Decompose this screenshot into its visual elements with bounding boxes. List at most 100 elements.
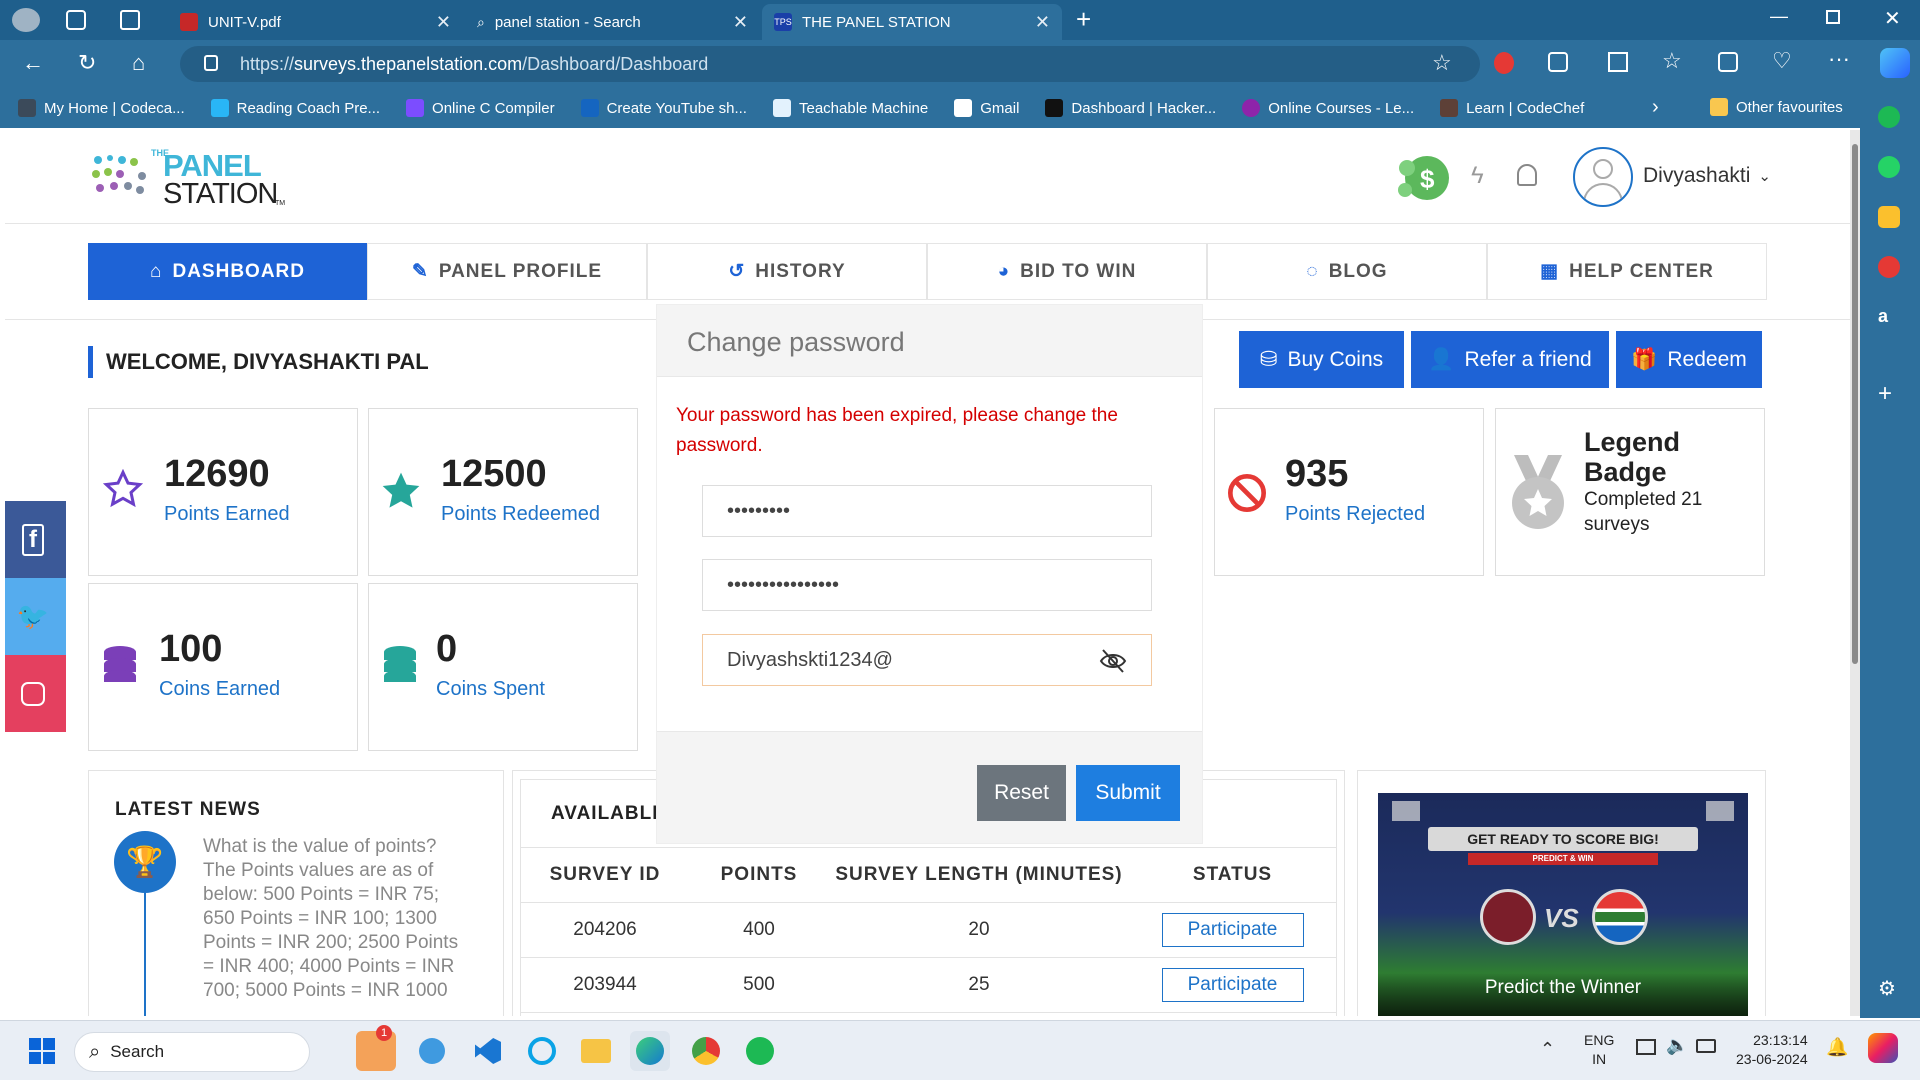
tab-search[interactable]: ⌕ panel station - Search ✕ [465, 4, 760, 40]
nav-panel-profile[interactable]: ✎ PANEL PROFILE [367, 243, 647, 300]
favorites-icon[interactable]: ☆ [1662, 48, 1682, 74]
participate-button[interactable]: Participate [1161, 913, 1304, 947]
instagram-share[interactable] [5, 655, 66, 732]
nav-bid-to-win[interactable]: ◕ BID TO WIN [927, 243, 1207, 300]
volume-icon[interactable]: 🔈 [1666, 1035, 1688, 1056]
back-icon[interactable]: ← [22, 50, 44, 76]
extension-adblock-icon[interactable] [1494, 52, 1514, 74]
promo-headline: GET READY TO SCORE BIG! [1428, 827, 1698, 851]
user-menu[interactable]: Divyashakti ⌄ [1643, 164, 1771, 188]
spotify-icon[interactable] [740, 1031, 780, 1071]
bid-icon: ◕ [997, 260, 1011, 282]
split-screen-icon[interactable] [1608, 52, 1628, 72]
workspaces-icon[interactable] [66, 10, 86, 30]
chrome-icon[interactable] [686, 1031, 726, 1071]
youtube-icon[interactable] [1878, 256, 1900, 278]
chevron-right-icon[interactable]: › [1652, 96, 1659, 119]
fav-label: Reading Coach Pre... [236, 99, 381, 117]
close-icon[interactable]: ✕ [733, 12, 748, 33]
fav-item[interactable]: Dashboard | Hacker... [1045, 99, 1216, 117]
spotify-icon[interactable] [1878, 106, 1900, 128]
coins-icon[interactable]: $ [1393, 148, 1455, 206]
reset-button[interactable]: Reset [977, 765, 1066, 821]
facebook-share[interactable]: f [5, 501, 66, 578]
avatar[interactable] [1573, 147, 1633, 207]
other-favourites[interactable]: Other favourites [1710, 98, 1843, 116]
page-scrollbar[interactable] [1850, 130, 1860, 1016]
fav-item[interactable]: Reading Coach Pre... [210, 99, 381, 117]
close-icon[interactable]: ✕ [1035, 12, 1050, 33]
lightning-icon[interactable]: ϟ [1471, 162, 1484, 190]
settings-icon[interactable]: ⚙ [1878, 976, 1896, 1001]
confirm-password-field[interactable]: Divyashskti1234@ [702, 634, 1152, 686]
web-page: THE PANEL STATION TM $ ϟ Divyashakti ⌄ ⌂… [5, 130, 1850, 1016]
restore-icon[interactable] [1826, 10, 1840, 24]
address-toolbar: ← ↻ ⌂ https://surveys.thepanelstation.co… [0, 40, 1920, 88]
tools-icon[interactable] [1878, 206, 1900, 228]
fav-item[interactable]: Create YouTube sh... [580, 99, 747, 117]
codecademy-icon [18, 99, 36, 117]
nav-blog[interactable]: ◌ BLOG [1207, 243, 1487, 300]
refresh-icon[interactable]: ↻ [78, 50, 96, 76]
logo-tm: TM [275, 200, 286, 207]
notification-bell-icon[interactable]: 🔔 [1826, 1037, 1848, 1058]
tab-unit-v[interactable]: UNIT-V.pdf ✕ [168, 4, 463, 40]
extensions-icon[interactable] [1548, 52, 1568, 72]
fav-item[interactable]: Learn | CodeChef [1440, 99, 1584, 117]
more-options-icon[interactable]: ··· [1828, 46, 1850, 72]
cortana-icon[interactable] [522, 1031, 562, 1071]
promo-banner[interactable]: GET READY TO SCORE BIG! PREDICT & WIN VS… [1378, 793, 1748, 1016]
submit-button[interactable]: Submit [1076, 765, 1180, 821]
copilot-icon[interactable] [1880, 48, 1910, 78]
scrollbar-thumb[interactable] [1852, 144, 1858, 664]
edge-icon[interactable] [630, 1031, 670, 1071]
display-icon[interactable] [1636, 1039, 1656, 1055]
fav-item[interactable]: My Home | Codeca... [18, 99, 185, 117]
profile-icon[interactable] [12, 8, 40, 32]
facebook-icon: f [22, 523, 44, 556]
health-icon[interactable]: ♡ [1772, 48, 1792, 74]
chevron-up-icon[interactable]: ⌃ [1540, 1039, 1555, 1060]
nav-dashboard[interactable]: ⌂ DASHBOARD [88, 243, 367, 300]
participate-button[interactable]: Participate [1161, 968, 1304, 1002]
add-icon[interactable]: + [1878, 380, 1892, 408]
copilot-icon[interactable] [1868, 1033, 1898, 1063]
new-tab-icon[interactable]: + [1076, 4, 1091, 35]
whatsapp-icon[interactable] [1878, 156, 1900, 178]
buy-coins-button[interactable]: ⛁ Buy Coins [1239, 331, 1404, 388]
file-explorer-icon[interactable] [576, 1031, 616, 1071]
home-icon[interactable]: ⌂ [132, 50, 145, 76]
language-indicator[interactable]: ENG IN [1584, 1031, 1614, 1069]
fav-item[interactable]: Online C Compiler [406, 99, 555, 117]
tab-panel-station[interactable]: TPS THE PANEL STATION ✕ [762, 4, 1062, 40]
current-password-field[interactable]: ••••••••• [702, 485, 1152, 537]
vscode-icon[interactable] [468, 1031, 508, 1071]
close-icon[interactable]: ✕ [436, 12, 451, 33]
nav-help-center[interactable]: ▦ HELP CENTER [1487, 243, 1767, 300]
minimize-icon[interactable]: — [1770, 6, 1788, 27]
new-password-field[interactable]: •••••••••••••••• [702, 559, 1152, 611]
window-close-icon[interactable]: ✕ [1884, 6, 1901, 31]
teams-icon[interactable] [412, 1031, 452, 1071]
twitter-share[interactable]: 🐦 [5, 578, 66, 655]
favorite-star-icon[interactable]: ☆ [1432, 50, 1452, 76]
collections-icon[interactable] [1718, 52, 1738, 72]
fav-item[interactable]: Gmail [954, 99, 1019, 117]
eye-slash-icon[interactable] [1099, 648, 1127, 674]
url-bar[interactable]: https://surveys.thepanelstation.com/Dash… [180, 46, 1480, 82]
fav-item[interactable]: Teachable Machine [772, 99, 928, 117]
survey-id: 203944 [573, 974, 637, 995]
redeem-button[interactable]: 🎁 Redeem [1616, 331, 1762, 388]
nav-history[interactable]: ↺ HISTORY [647, 243, 927, 300]
fav-item[interactable]: Online Courses - Le... [1242, 99, 1414, 117]
amazon-icon[interactable]: a [1878, 306, 1900, 328]
battery-icon[interactable] [1696, 1039, 1716, 1053]
survey-length: 20 [968, 919, 990, 940]
refer-friend-button[interactable]: 👤 Refer a friend [1411, 331, 1609, 388]
bell-icon[interactable] [1517, 164, 1537, 186]
taskbar-search[interactable]: ⌕ Search [74, 1032, 310, 1072]
windows-start-icon[interactable] [22, 1031, 62, 1071]
clock[interactable]: 23:13:14 23-06-2024 [1736, 1031, 1808, 1069]
tab-actions-icon[interactable] [120, 10, 140, 30]
fav-label: Learn | CodeChef [1466, 99, 1585, 117]
